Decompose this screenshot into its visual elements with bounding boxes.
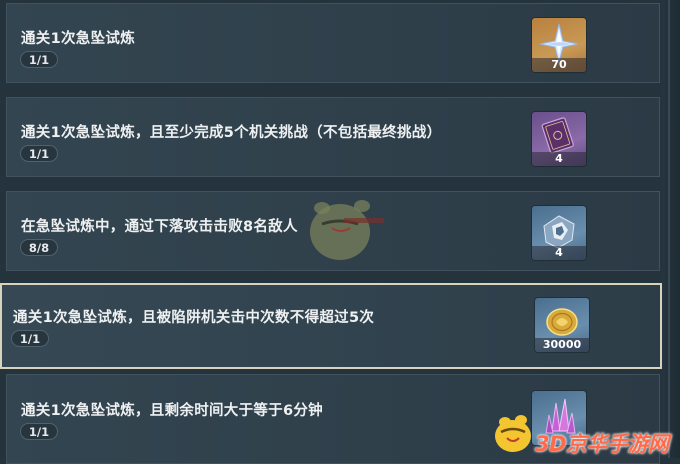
site-watermark-text: 3D京华手游网: [535, 432, 669, 456]
reward-quantity: 4: [532, 246, 586, 260]
reward-quantity: 70: [532, 58, 586, 72]
challenge-title: 通关1次急坠试炼: [21, 31, 135, 47]
challenge-row[interactable]: 通关1次急坠试炼，且至少完成5个机关挑战（不包括最终挑战） 1/1 4: [6, 97, 660, 177]
reward-quantity: 30000: [535, 338, 589, 352]
challenge-title: 通关1次急坠试炼，且被陷阱机关击中次数不得超过5次: [13, 310, 375, 326]
challenge-title: 通关1次急坠试炼，且至少完成5个机关挑战（不包括最终挑战）: [21, 125, 442, 141]
challenge-row[interactable]: 通关1次急坠试炼 1/1 70: [6, 3, 660, 83]
reward-quantity: 4: [532, 152, 586, 166]
challenge-title: 通关1次急坠试炼，且剩余时间大于等于6分钟: [21, 403, 323, 419]
challenge-title: 在急坠试炼中，通过下落攻击击败8名敌人: [21, 219, 298, 235]
challenge-row-selected[interactable]: 通关1次急坠试炼，且被陷阱机关击中次数不得超过5次 1/1 30000: [0, 283, 662, 369]
watermark-mascot: [292, 188, 392, 268]
mora-coin-icon[interactable]: 30000: [535, 298, 589, 352]
progress-badge: 8/8: [20, 239, 58, 256]
heros-wit-book-icon[interactable]: 4: [532, 112, 586, 166]
mystic-enhancement-ore-icon[interactable]: 4: [532, 206, 586, 260]
progress-badge: 1/1: [20, 423, 58, 440]
right-panel-edge: [662, 0, 680, 458]
progress-badge: 1/1: [11, 330, 49, 347]
primogem-icon[interactable]: 70: [532, 18, 586, 72]
site-logo-icon: [487, 408, 537, 458]
progress-badge: 1/1: [20, 51, 58, 68]
progress-badge: 1/1: [20, 145, 58, 162]
